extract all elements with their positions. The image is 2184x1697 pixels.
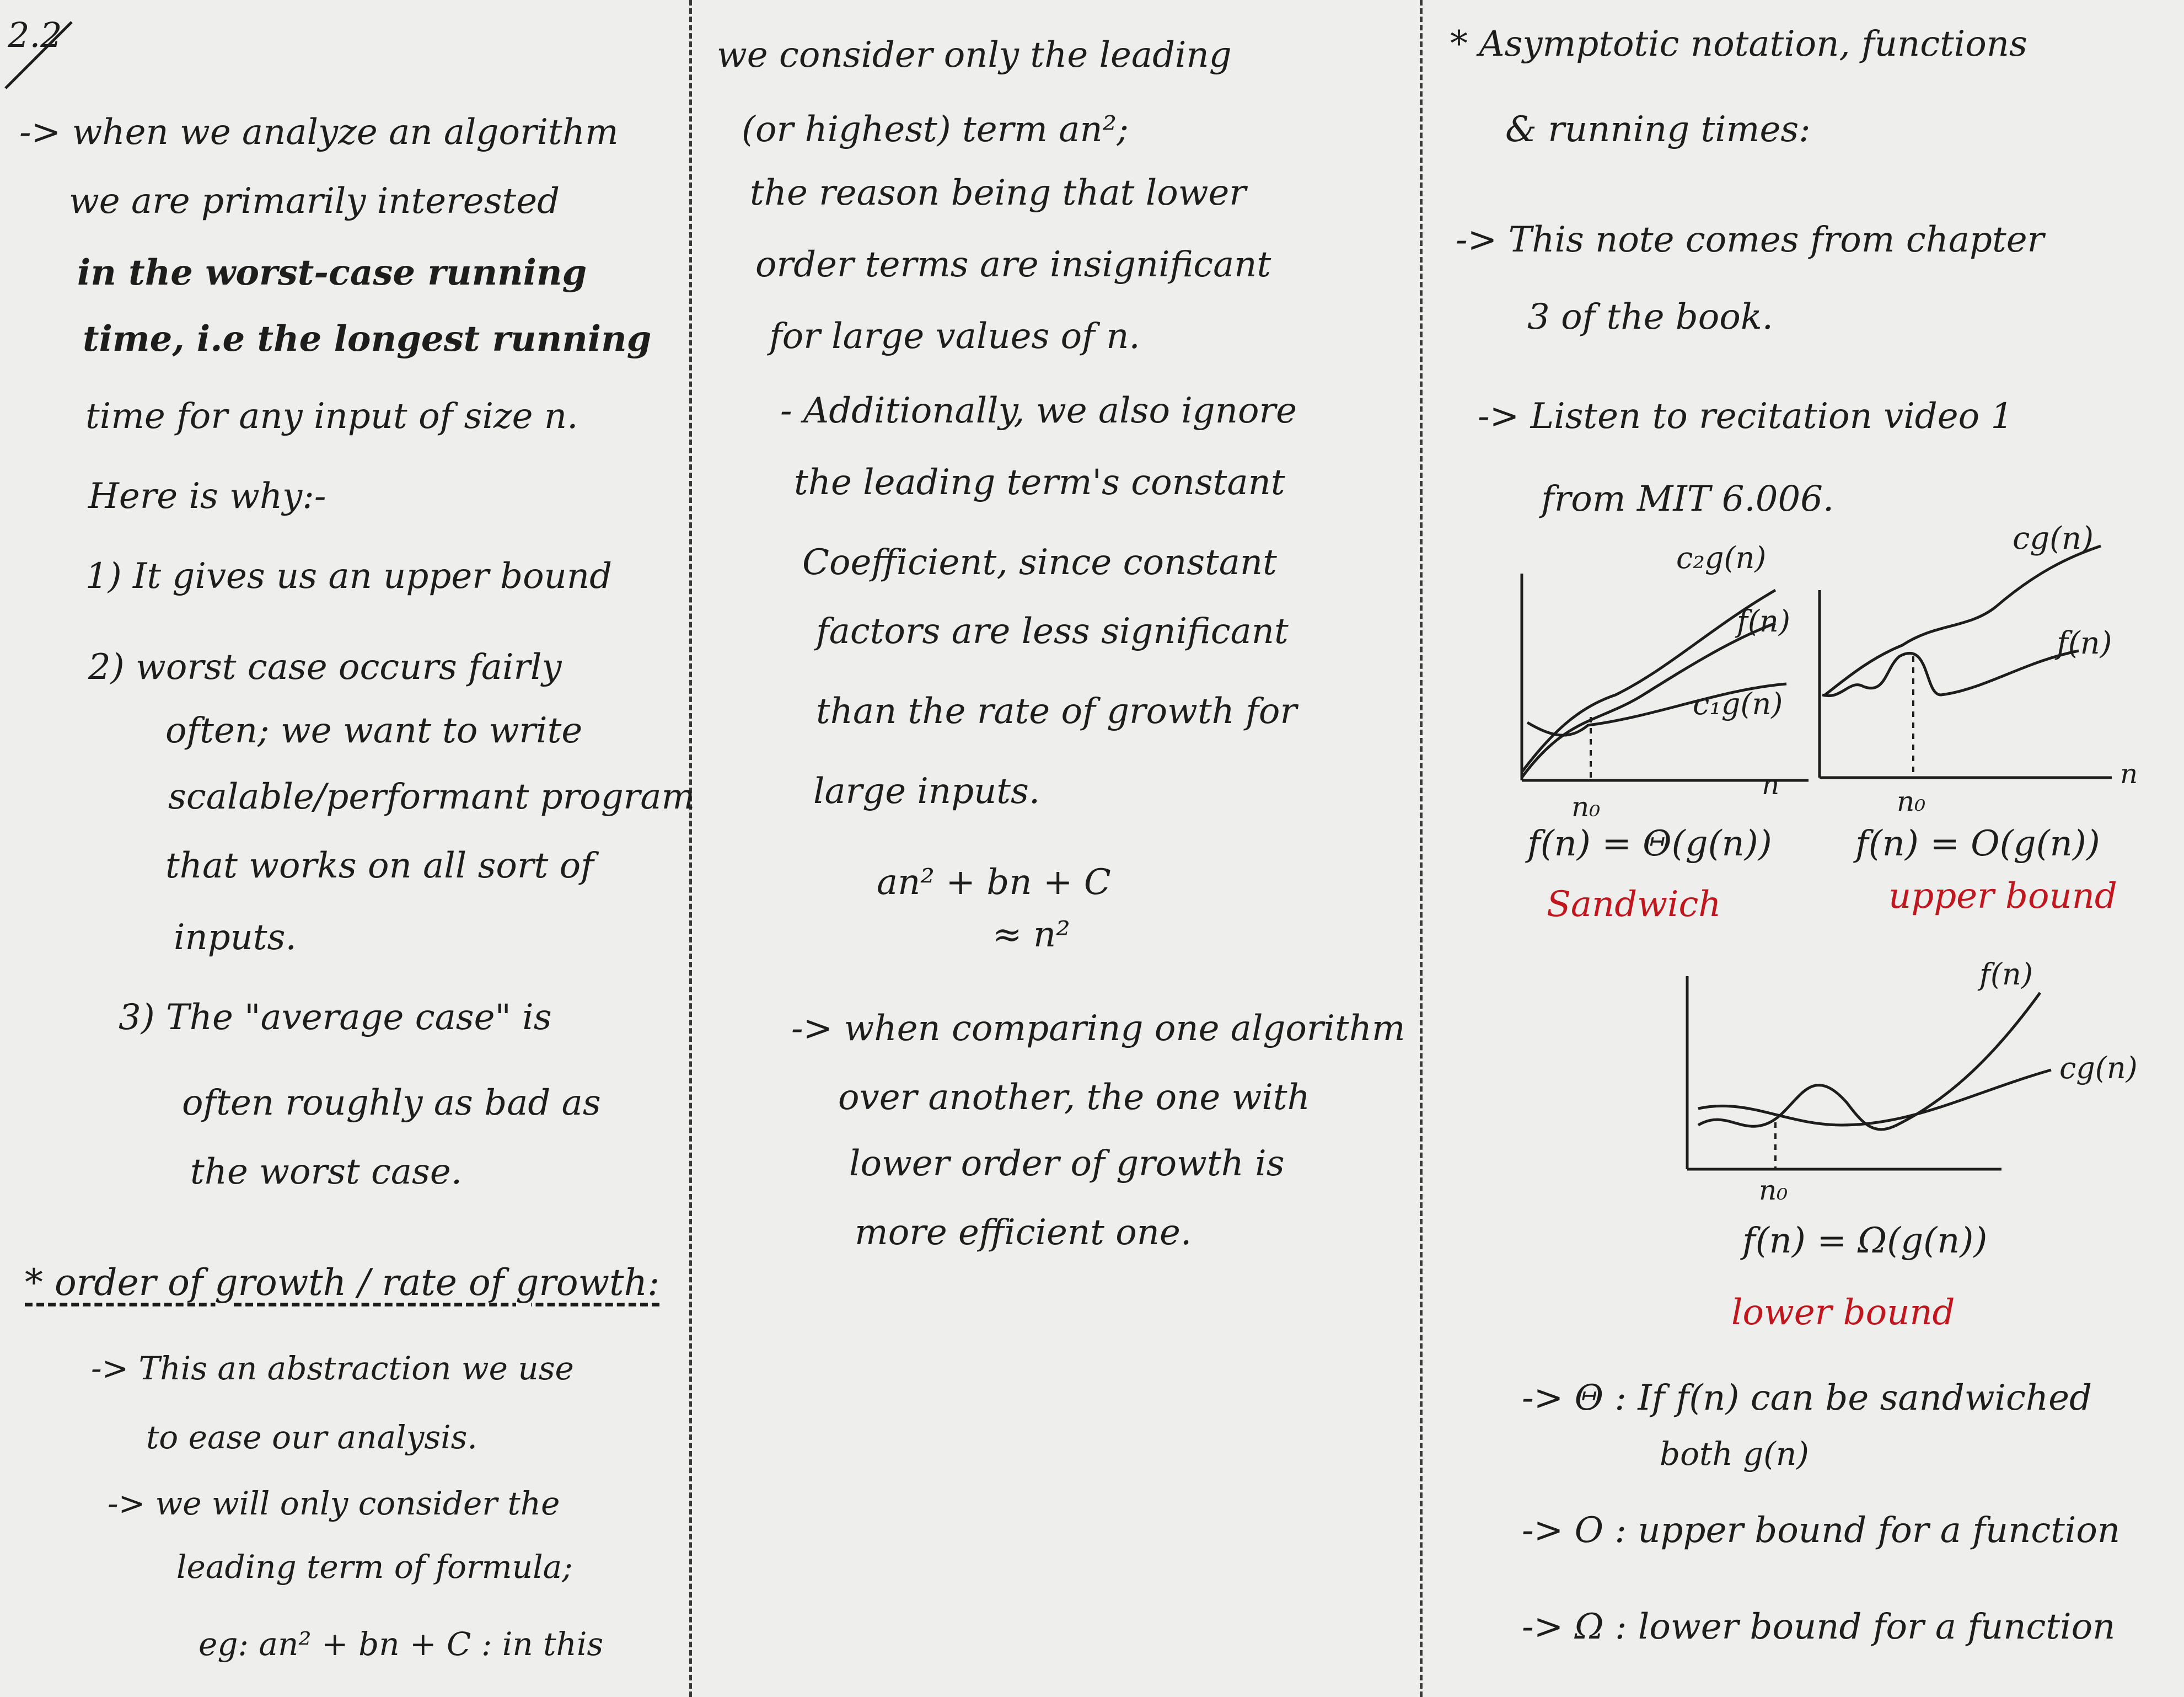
page-number-underline (4, 21, 73, 89)
summary-line: both g(n) (1660, 1435, 1809, 1473)
theta-graph: c₂g(n) f(n) c₁g(n) n₀ n (1520, 540, 1809, 823)
bigo-formula: f(n) = O(g(n)) (1855, 823, 2100, 864)
theta-label-c2g: c₂g(n) (1676, 540, 1766, 575)
col2-line: large inputs. (813, 771, 1040, 812)
col1-line: in the worst-case running (77, 252, 587, 293)
omega-label-f: f(n) (1977, 957, 2033, 992)
note-line: 3 of the book. (1527, 297, 1773, 338)
column-divider-right (1420, 0, 1423, 1697)
col2-line: for large values of n. (769, 316, 1140, 357)
order-note: leading term of formula; (176, 1548, 573, 1586)
col2-line: order terms are insignificant (755, 244, 1271, 285)
omega-label-cg: cg(n) (2059, 1051, 2138, 1085)
asymptotic-heading-2: & running times: (1505, 109, 1811, 150)
reason-item: inputs. (174, 917, 297, 958)
theta-label-n0: n₀ (1571, 791, 1600, 823)
note-line: -> This note comes from chapter (1456, 220, 2045, 260)
formula-polynomial: an² + bn + C (877, 862, 1111, 903)
order-note: eg: an² + bn + C : in this (198, 1625, 604, 1663)
theta-formula: f(n) = Θ(g(n)) (1527, 823, 1772, 864)
order-note: -> This an abstraction we use (91, 1350, 574, 1387)
theta-label-c1g: c₁g(n) (1693, 687, 1783, 721)
col2-line: factors are less significant (816, 611, 1289, 652)
bigo-label-cg: cg(n) (2013, 521, 2094, 556)
order-note: to ease our analysis. (146, 1418, 477, 1456)
bigo-label-f: f(n) (2054, 625, 2112, 661)
compare-line: more efficient one. (855, 1212, 1192, 1253)
omega-formula: f(n) = Ω(g(n)) (1742, 1220, 1988, 1261)
asymptotic-heading: * Asymptotic notation, functions (1450, 24, 2027, 65)
summary-line: -> Θ : If f(n) can be sandwiched (1522, 1378, 2092, 1418)
col2-line: the reason being that lower (750, 173, 1246, 213)
reason-item: 2) worst case occurs fairly (88, 647, 562, 688)
bigo-graph: cg(n) f(n) n₀ n (1818, 521, 2138, 817)
col2-line: we consider only the leading (717, 35, 1232, 76)
col2-line: - Additionally, we also ignore (780, 390, 1297, 431)
reason-item: 3) The "average case" is (119, 997, 552, 1038)
compare-line: -> when comparing one algorithm (791, 1008, 1405, 1049)
column-divider-left (689, 0, 692, 1697)
col1-line: -> when we analyze an algorithm (19, 112, 619, 153)
col1-line: we are primarily interested (69, 181, 560, 222)
col2-line: the leading term's constant (794, 462, 1285, 503)
bigo-label-n0: n₀ (1897, 785, 1925, 817)
reason-item: often; we want to write (165, 710, 583, 751)
reason-item: that works on all sort of (165, 845, 594, 886)
omega-label-n0: n₀ (1759, 1174, 1788, 1206)
col1-line: time, i.e the longest running (83, 318, 652, 360)
omega-graph: f(n) cg(n) n₀ (1686, 957, 2138, 1206)
note-line: -> Listen to recitation video 1 (1478, 396, 2014, 437)
col2-line: (or highest) term an²; (742, 109, 1129, 150)
note-line: from MIT 6.006. (1541, 479, 1834, 520)
order-note: -> we will only consider the (108, 1485, 560, 1522)
summary-line: -> Ω : lower bound for a function (1522, 1607, 2116, 1647)
reason-item: scalable/performant program (168, 777, 695, 817)
omega-caption: lower bound (1731, 1292, 1955, 1333)
col1-line: Here is why:- (88, 476, 326, 517)
order-of-growth-heading: * order of growth / rate of growth: (25, 1261, 660, 1304)
summary-line: -> O : upper bound for a function (1522, 1510, 2121, 1551)
bigo-label-n: n (2120, 758, 2138, 790)
col2-line: Coefficient, since constant (802, 542, 1277, 583)
formula-approx: ≈ n² (992, 914, 1070, 955)
col1-line: time for any input of size n. (85, 396, 578, 437)
theta-caption: Sandwich (1547, 884, 1721, 925)
reason-item: 1) It gives us an upper bound (85, 556, 613, 597)
theta-label-n: n (1762, 769, 1779, 801)
bigo-caption: upper bound (1888, 876, 2117, 917)
theta-label-f: f(n) (1735, 604, 1790, 639)
col2-line: than the rate of growth for (816, 691, 1297, 732)
reason-item: often roughly as bad as (182, 1083, 601, 1123)
reason-item: the worst case. (190, 1152, 463, 1192)
compare-line: over another, the one with (838, 1077, 1310, 1118)
compare-line: lower order of growth is (849, 1143, 1285, 1184)
